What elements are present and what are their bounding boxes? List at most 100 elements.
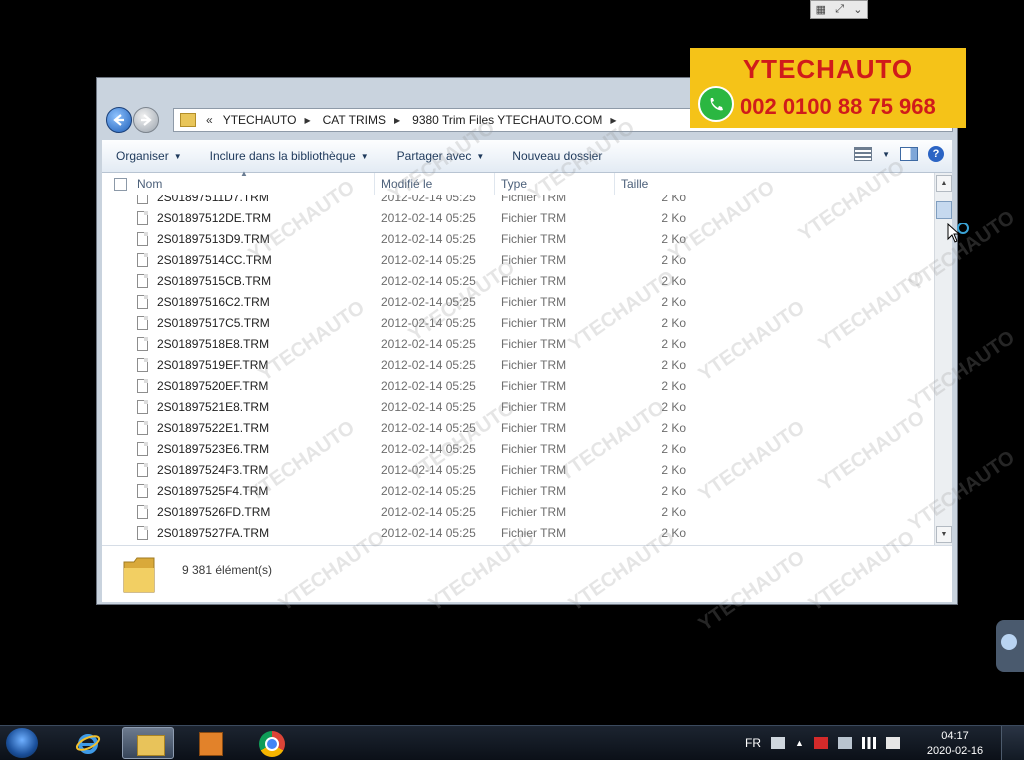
dropdown-arrow-icon: ▼: [360, 151, 369, 161]
file-icon: [137, 379, 148, 393]
file-icon: [137, 253, 148, 267]
breadcrumb-item[interactable]: YTECHAUTO ▶: [217, 113, 317, 127]
caret-right-icon[interactable]: ▶: [394, 116, 400, 125]
show-desktop-button[interactable]: [1001, 726, 1024, 760]
file-size: 2 Ko: [661, 274, 686, 288]
breadcrumb-label: CAT TRIMS: [322, 113, 386, 127]
back-button[interactable]: [106, 107, 132, 133]
remote-side-tab[interactable]: [996, 620, 1024, 672]
file-name: 2S01897525F4.TRM: [157, 484, 269, 498]
file-row[interactable]: 2S01897517C5.TRM 2012-02-14 05:25 Fichier …: [102, 313, 935, 334]
file-row[interactable]: 2S01897524F3.TRM 2012-02-14 05:25 Fichier …: [102, 460, 935, 481]
file-row[interactable]: 2S01897511D7.TRM 2012-02-14 05:25 Fichier …: [102, 195, 935, 208]
file-modified: 2012-02-14 05:25: [381, 442, 476, 456]
file-row[interactable]: 2S01897516C2.TRM 2012-02-14 05:25 Fichier …: [102, 292, 935, 313]
file-modified: 2012-02-14 05:25: [381, 337, 476, 351]
file-row[interactable]: 2S01897526FD.TRM 2012-02-14 05:25 Fichier …: [102, 502, 935, 523]
share-button[interactable]: Partager avec ▼: [397, 149, 485, 163]
media-player-button[interactable]: [184, 727, 236, 759]
action-center-icon[interactable]: [837, 737, 852, 749]
start-button[interactable]: [6, 728, 38, 758]
file-size: 2 Ko: [661, 379, 686, 393]
share-label: Partager avec: [396, 149, 472, 163]
file-name: 2S01897513D9.TRM: [157, 232, 270, 246]
arrow-right-icon: [141, 114, 152, 126]
include-library-label: Inclure dans la bibliothèque: [209, 149, 356, 163]
file-row[interactable]: 2S01897513D9.TRM 2012-02-14 05:25 Fichier …: [102, 229, 935, 250]
file-name: 2S01897520EF.TRM: [157, 379, 269, 393]
sort-caret-icon: ▲: [240, 169, 248, 178]
file-name: 2S01897519EF.TRM: [157, 358, 269, 372]
file-type: Fichier TRM: [501, 526, 567, 540]
internet-explorer-button[interactable]: [62, 727, 114, 759]
file-modified: 2012-02-14 05:25: [381, 274, 476, 288]
include-library-button[interactable]: Inclure dans la bibliothèque ▼: [210, 149, 369, 163]
file-type: Fichier TRM: [501, 316, 567, 330]
file-row[interactable]: 2S01897518E8.TRM 2012-02-14 05:25 Fichier …: [102, 334, 935, 355]
folder-icon: [180, 113, 196, 127]
breadcrumb-overflow[interactable]: «: [202, 113, 217, 127]
file-name: 2S01897515CB.TRM: [157, 274, 272, 288]
dropdown-arrow-icon[interactable]: ▼: [882, 150, 890, 159]
breadcrumb-item[interactable]: CAT TRIMS ▶: [317, 113, 407, 127]
file-size: 2 Ko: [661, 442, 686, 456]
column-header-type[interactable]: Type: [501, 177, 527, 191]
column-divider[interactable]: [494, 173, 495, 195]
breadcrumb-item[interactable]: 9380 Trim Files YTECHAUTO.COM ▶: [406, 113, 622, 127]
chrome-button[interactable]: [246, 727, 298, 759]
caret-right-icon[interactable]: ▶: [610, 116, 616, 125]
clock[interactable]: 04:17 2020-02-16: [918, 729, 992, 759]
volume-icon[interactable]: [885, 737, 900, 749]
file-row[interactable]: 2S01897514CC.TRM 2012-02-14 05:25 Fichier …: [102, 250, 935, 271]
file-name: 2S01897524F3.TRM: [157, 463, 269, 477]
show-hidden-icons-icon[interactable]: ▲: [795, 738, 804, 748]
media-player-icon: [199, 732, 223, 756]
file-row[interactable]: 2S01897512DE.TRM 2012-02-14 05:25 Fichier …: [102, 208, 935, 229]
file-size: 2 Ko: [661, 421, 686, 435]
scroll-down-button[interactable]: ▼: [936, 526, 952, 543]
file-row[interactable]: 2S01897523E6.TRM 2012-02-14 05:25 Fichier …: [102, 439, 935, 460]
file-modified: 2012-02-14 05:25: [381, 379, 476, 393]
file-row[interactable]: 2S01897515CB.TRM 2012-02-14 05:25 Fichier …: [102, 271, 935, 292]
antivirus-icon[interactable]: [813, 737, 828, 749]
organize-button[interactable]: Organiser ▼: [116, 149, 182, 163]
network-icon[interactable]: [861, 737, 876, 749]
file-type: Fichier TRM: [501, 232, 567, 246]
scroll-thumb[interactable]: [936, 201, 952, 219]
details-pane: 9 381 élément(s): [102, 545, 952, 602]
view-options-icon[interactable]: [854, 147, 873, 161]
file-size: 2 Ko: [661, 484, 686, 498]
file-row[interactable]: 2S01897521E8.TRM 2012-02-14 05:25 Fichier …: [102, 397, 935, 418]
column-header-name[interactable]: Nom: [137, 177, 162, 191]
file-row[interactable]: 2S01897519EF.TRM 2012-02-14 05:25 Fichier …: [102, 355, 935, 376]
fullscreen-icon[interactable]: ⤢: [835, 3, 844, 16]
column-divider[interactable]: [614, 173, 615, 195]
caret-right-icon[interactable]: ▶: [304, 116, 310, 125]
file-row[interactable]: 2S01897520EF.TRM 2012-02-14 05:25 Fichier …: [102, 376, 935, 397]
column-divider[interactable]: [374, 173, 375, 195]
grid-icon[interactable]: ▦: [816, 3, 826, 16]
file-row[interactable]: 2S01897527FA.TRM 2012-02-14 05:25 Fichier …: [102, 523, 935, 544]
help-icon[interactable]: ?: [928, 146, 944, 162]
forward-button[interactable]: [133, 107, 159, 133]
preview-pane-icon[interactable]: [900, 147, 918, 161]
file-row[interactable]: 2S01897525F4.TRM 2012-02-14 05:25 Fichier …: [102, 481, 935, 502]
column-header-modified[interactable]: Modifié le: [381, 177, 432, 191]
file-type: Fichier TRM: [501, 253, 567, 267]
windows-explorer-button[interactable]: [122, 727, 174, 759]
column-header-size[interactable]: Taille: [621, 177, 648, 191]
keyboard-icon[interactable]: [771, 737, 785, 749]
file-type: Fichier TRM: [501, 358, 567, 372]
remote-viewer-toolbar[interactable]: ▦ ⤢ ⌄: [810, 0, 868, 19]
chevron-down-icon[interactable]: ⌄: [853, 3, 862, 16]
scroll-up-button[interactable]: ▲: [936, 175, 952, 192]
language-indicator[interactable]: FR: [745, 736, 761, 750]
file-name: 2S01897516C2.TRM: [157, 295, 270, 309]
file-type: Fichier TRM: [501, 274, 567, 288]
file-icon: [137, 358, 148, 372]
new-folder-button[interactable]: Nouveau dossier: [512, 149, 602, 163]
file-row[interactable]: 2S01897522E1.TRM 2012-02-14 05:25 Fichier …: [102, 418, 935, 439]
file-icon: [137, 232, 148, 246]
whatsapp-icon: [698, 86, 734, 122]
select-all-checkbox[interactable]: [114, 178, 127, 191]
